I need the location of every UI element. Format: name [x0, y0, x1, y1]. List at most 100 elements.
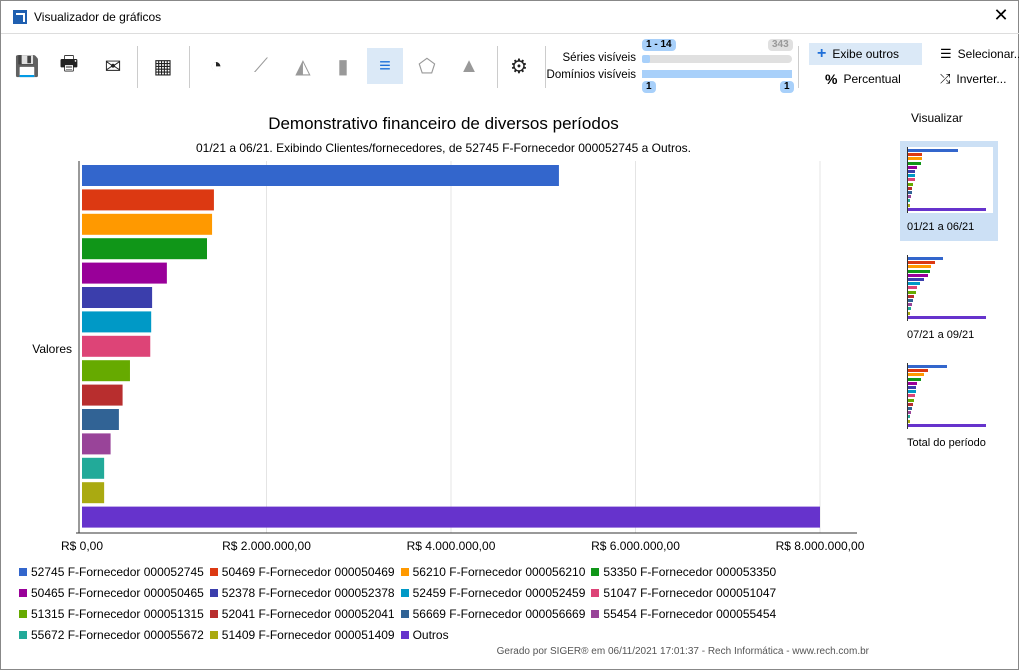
bar-51409[interactable]: [82, 482, 105, 504]
thumbnail-bar: [908, 411, 912, 415]
list-icon: ☰: [940, 46, 952, 61]
bar-55454[interactable]: [82, 433, 111, 455]
thumbnail-bar: [908, 402, 913, 406]
thumbnail-bar: [908, 149, 959, 152]
thumbnail-bar: [908, 203, 911, 207]
bar-51047[interactable]: [82, 335, 151, 357]
legend-label: 50469 F-Fornecedor 000050469: [221, 564, 395, 579]
save-button[interactable]: 💾: [9, 48, 45, 84]
thumbnail-period[interactable]: 01/21 a 06/21: [900, 141, 998, 241]
legend-swatch: [209, 630, 218, 639]
line-chart-icon: ⟋: [254, 54, 268, 77]
bar-52378[interactable]: [82, 287, 153, 308]
domains-start-badge: 1: [642, 81, 656, 93]
legend-item[interactable]: 52041 F-Fornecedor 000052041: [209, 606, 395, 621]
bar-50469[interactable]: [82, 189, 214, 211]
legend-label: 51315 F-Fornecedor 000051315: [31, 606, 204, 621]
percent-button[interactable]: % Percentual: [817, 68, 909, 90]
legend-item[interactable]: 50465 F-Fornecedor 000050465: [19, 586, 204, 600]
legend-swatch: [209, 588, 218, 597]
column-chart-icon: ▮: [337, 55, 349, 78]
show-others-label: Exibe outros: [832, 47, 900, 61]
legend-item[interactable]: 53350 F-Fornecedor 000053350: [591, 565, 776, 579]
bar-51315[interactable]: [82, 360, 130, 382]
legend-item[interactable]: 52459 F-Fornecedor 000052459: [400, 586, 585, 600]
thumbnail-bar: [908, 269, 930, 273]
legend-swatch: [209, 609, 218, 618]
line-chart-button[interactable]: ⟋: [243, 48, 279, 84]
email-button[interactable]: ✉: [95, 48, 131, 84]
thumbnail-bar: [908, 365, 947, 368]
domains-slider[interactable]: [642, 70, 792, 78]
bar-50465[interactable]: [82, 262, 167, 284]
plus-icon: +: [817, 45, 827, 62]
legend-label: 52041 F-Fornecedor 000052041: [221, 606, 395, 621]
legend-label: 56669 F-Fornecedor 000056669: [412, 606, 586, 621]
legend-item[interactable]: 56669 F-Fornecedor 000056669: [400, 606, 586, 621]
pie-chart-button[interactable]: ◔: [198, 48, 234, 84]
series-slider-thumb[interactable]: [642, 55, 650, 63]
legend-swatch: [400, 567, 409, 576]
percent-label: Percentual: [843, 72, 901, 86]
thumbnail-bar: [908, 257, 944, 260]
bar-56669[interactable]: [82, 409, 119, 430]
bar-55672[interactable]: [82, 457, 105, 479]
bar-52459[interactable]: [82, 311, 152, 333]
bar-53350[interactable]: [82, 238, 207, 260]
legend-label: 53350 F-Fornecedor 000053350: [603, 564, 777, 579]
close-button[interactable]: ✕: [990, 5, 1012, 26]
thumbnail-bar: [908, 407, 912, 410]
divider: [798, 46, 799, 88]
bar-52041[interactable]: [82, 384, 123, 406]
thumbnail-period[interactable]: Total do período: [900, 357, 998, 457]
column-chart-button[interactable]: ▮: [325, 48, 361, 84]
thumbnail-bar: [908, 273, 928, 277]
thumbnail-bar: [908, 299, 913, 302]
thumbnail-bar: [908, 157, 922, 161]
legend-item[interactable]: 51409 F-Fornecedor 000051409: [209, 628, 395, 642]
thumbnail-chart: [907, 147, 993, 213]
bar-Outros[interactable]: [82, 506, 820, 528]
bar-52745[interactable]: [82, 165, 559, 186]
area-chart-button[interactable]: ◭: [285, 48, 321, 84]
legend-item[interactable]: 52378 F-Fornecedor 000052378: [209, 586, 395, 600]
show-others-button[interactable]: + Exibe outros: [809, 43, 922, 65]
legend-item[interactable]: 51315 F-Fornecedor 000051315: [19, 607, 204, 621]
invert-label: Inverter...: [956, 72, 1007, 86]
legend-item[interactable]: 55454 F-Fornecedor 000055454: [591, 607, 776, 621]
invert-button[interactable]: ⤮ Inverter...: [932, 68, 1014, 90]
legend-item[interactable]: 51047 F-Fornecedor 000051047: [591, 586, 776, 600]
window-title: Visualizador de gráficos: [34, 9, 162, 24]
x-tick-label: R$ 8.000.000,00: [776, 539, 865, 553]
thumbnail-bar: [908, 153, 922, 157]
settings-button[interactable]: ⚙: [501, 48, 537, 84]
series-slider[interactable]: [642, 55, 792, 63]
table-button[interactable]: ▦: [145, 48, 181, 84]
toolbar: 💾 🖶 ✉ ▦ ◔ ⟋ ◭ ▮ ≡ ⬠ ▲ ⚙ Séries visíveis Domínios vi…: [1, 33, 1019, 103]
select-button[interactable]: ☰ Selecionar...: [932, 43, 1019, 65]
divider: [189, 46, 190, 88]
legend-label: Outros: [412, 627, 449, 642]
legend-item[interactable]: 56210 F-Fornecedor 000056210: [400, 565, 585, 579]
bar-chart-button[interactable]: ≡: [367, 48, 403, 84]
domains-label: Domínios visíveis: [546, 69, 636, 81]
legend-item[interactable]: Outros: [400, 627, 449, 642]
thumbnail-period[interactable]: 07/21 a 09/21: [900, 249, 998, 349]
radar-chart-button[interactable]: ⬠: [409, 48, 445, 84]
series-total-badge: 343: [768, 39, 793, 51]
legend-item[interactable]: 52745 F-Fornecedor 000052745: [19, 565, 204, 579]
legend-item[interactable]: 50469 F-Fornecedor 000050469: [209, 564, 395, 579]
thumbnail-bar: [908, 423, 986, 427]
footer: Gerado por SIGER® em 06/11/2021 17:01:37…: [496, 646, 869, 657]
print-button[interactable]: 🖶: [51, 48, 87, 84]
chart-area: Demonstrativo financeiro de diversos per…: [1, 103, 891, 671]
save-icon: 💾: [14, 55, 40, 78]
radar-chart-icon: ⬠: [418, 55, 436, 78]
thumbnail-bar: [908, 307, 912, 311]
bar-56210[interactable]: [82, 213, 213, 235]
legend-swatch: [591, 588, 600, 597]
pie-chart-icon: ◔: [209, 54, 223, 77]
map-button[interactable]: ▲: [451, 48, 487, 84]
legend-item[interactable]: 55672 F-Fornecedor 000055672: [19, 628, 204, 642]
category-label: Valores: [32, 342, 72, 356]
